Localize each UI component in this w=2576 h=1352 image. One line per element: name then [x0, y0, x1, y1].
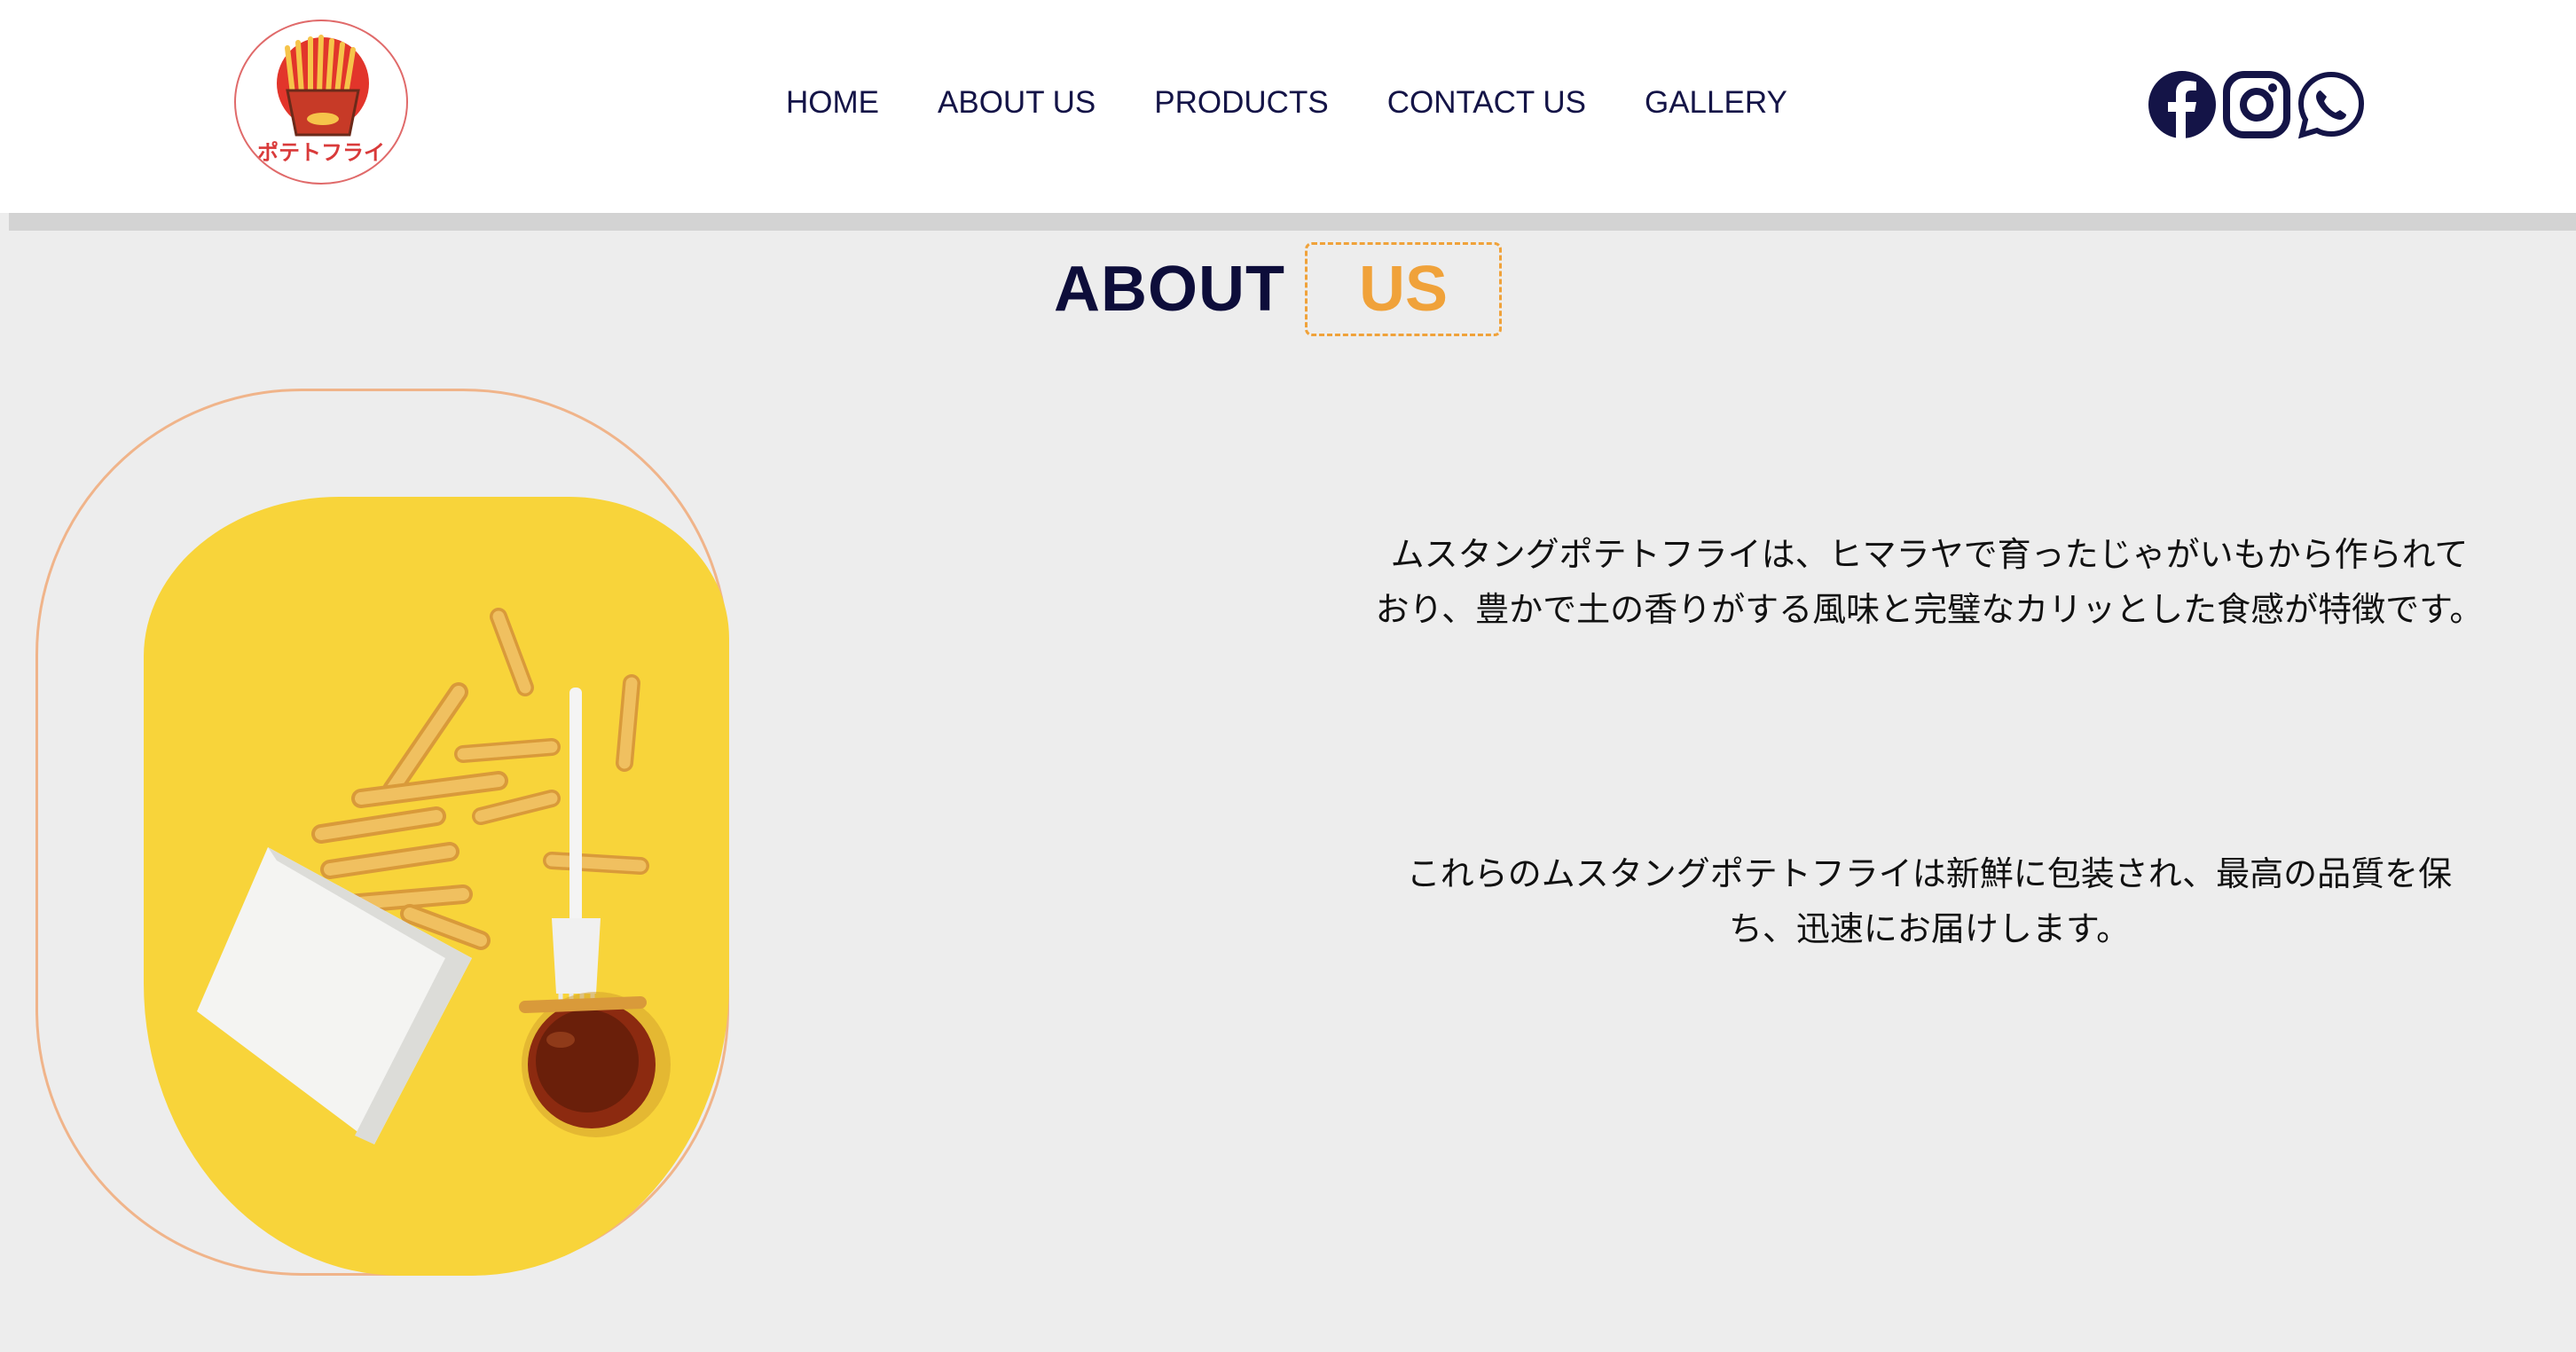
nav-item-about-us[interactable]: ABOUT US — [938, 85, 1096, 121]
social-links — [2147, 69, 2367, 140]
nav-item-contact-us[interactable]: CONTACT US — [1387, 85, 1586, 121]
title-us: US — [1358, 254, 1448, 325]
fries-photo — [144, 497, 729, 1276]
whatsapp-icon[interactable] — [2296, 69, 2367, 140]
facebook-icon[interactable] — [2147, 69, 2218, 140]
fries-illustration — [197, 608, 671, 1144]
instagram-icon[interactable] — [2221, 69, 2292, 140]
logo-text: ポテトフライ — [257, 140, 385, 165]
main-nav: HOME ABOUT US PRODUCTS CONTACT US GALLER… — [786, 85, 1846, 121]
nav-item-products[interactable]: PRODUCTS — [1154, 85, 1328, 121]
header-divider — [9, 213, 2576, 231]
site-header: ポテトフライ HOME ABOUT US PRODUCTS CONTACT US… — [0, 0, 2576, 213]
nav-item-home[interactable]: HOME — [786, 85, 879, 121]
title-about: ABOUT — [1054, 254, 1285, 325]
brand-logo[interactable]: ポテトフライ — [234, 20, 408, 185]
about-paragraph-2: これらのムスタングポテトフライは新鮮に包装され、最高の品質を保ち、迅速にお届けし… — [1406, 854, 2453, 948]
title-highlight-box: US — [1304, 242, 1502, 336]
section-title: ABOUT US — [1054, 241, 1502, 337]
nav-item-gallery[interactable]: GALLERY — [1645, 85, 1787, 121]
about-paragraph-1: ムスタングポテトフライは、ヒマラヤで育ったじゃがいもから作られており、豊かで土の… — [1375, 535, 2484, 629]
